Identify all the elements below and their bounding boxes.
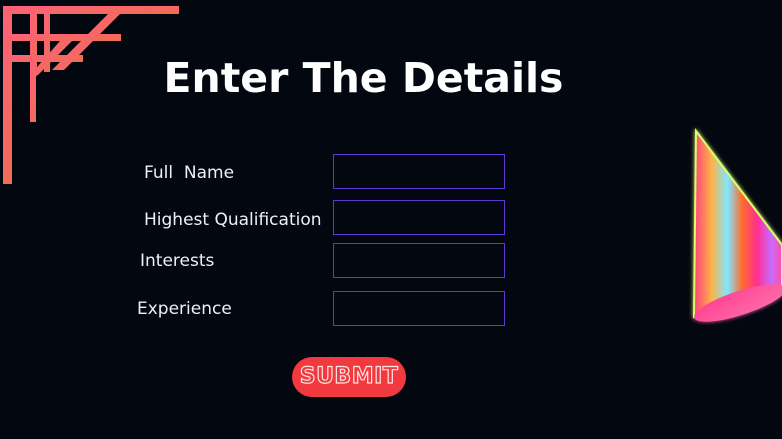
highest-qualification-label: Highest Qualification [144,210,322,230]
gradient-cone-decoration [692,128,782,322]
page-title: Enter The Details [163,54,564,102]
submit-button[interactable]: SUBMIT [292,357,406,397]
submit-button-label: SUBMIT [299,363,399,389]
full-name-input[interactable] [333,154,505,189]
interests-label: Interests [140,251,215,271]
experience-label: Experience [137,299,232,319]
full-name-label: Full Name [144,163,235,183]
experience-input[interactable] [333,291,505,326]
interests-input[interactable] [333,243,505,278]
highest-qualification-input[interactable] [333,200,505,235]
